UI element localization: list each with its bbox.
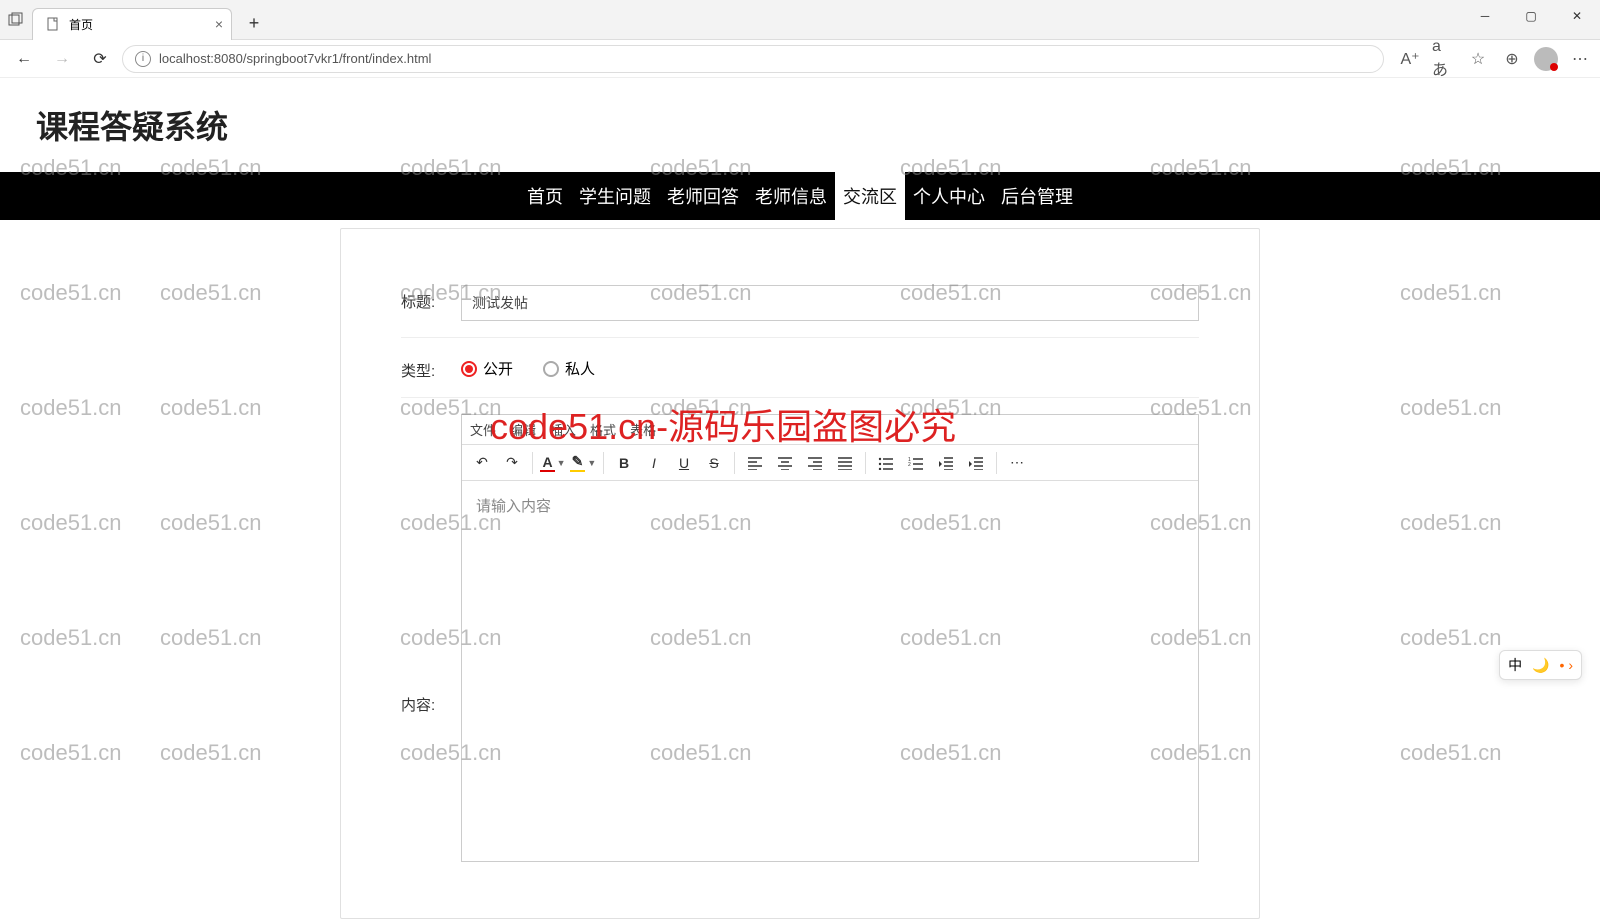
url-text: localhost:8080/springboot7vkr1/front/ind… xyxy=(159,51,431,66)
minimize-button[interactable]: ─ xyxy=(1462,0,1508,32)
title-input[interactable] xyxy=(461,285,1199,321)
bold-button[interactable]: B xyxy=(610,449,638,477)
ime-toolbar[interactable]: 中 🌙 • › xyxy=(1499,650,1582,680)
editor-menu-0[interactable]: 文件 xyxy=(470,420,496,439)
url-input[interactable]: i localhost:8080/springboot7vkr1/front/i… xyxy=(122,45,1384,73)
translate-icon[interactable]: aあ xyxy=(1432,47,1456,71)
tab-close-icon[interactable]: × xyxy=(215,16,223,32)
editor-menu-1[interactable]: 编辑 xyxy=(510,420,536,439)
svg-text:2: 2 xyxy=(908,462,911,468)
radio-private[interactable]: 私人 xyxy=(543,358,595,379)
tab-title: 首页 xyxy=(69,16,93,33)
align-center-button[interactable] xyxy=(771,449,799,477)
radio-label: 私人 xyxy=(565,358,595,379)
window-tabs-icon[interactable] xyxy=(8,12,24,28)
ime-more[interactable]: • › xyxy=(1560,657,1573,673)
nav-item-6[interactable]: 后台管理 xyxy=(993,172,1081,220)
editor-menu-3[interactable]: 格式 xyxy=(590,420,616,439)
maximize-button[interactable]: ▢ xyxy=(1508,0,1554,32)
italic-button[interactable]: I xyxy=(640,449,668,477)
reader-icon[interactable]: A⁺ xyxy=(1398,47,1422,71)
strike-button[interactable]: S xyxy=(700,449,728,477)
browser-tab-bar: 首页 × + ─ ▢ ✕ xyxy=(0,0,1600,40)
radio-public[interactable]: 公开 xyxy=(461,358,513,379)
text-color-button[interactable]: A▼ xyxy=(539,449,567,477)
content-area: 标题: 类型: 公开 私人 内容: 文件编辑插入格式表格 ↶ ↷ A▼ ✎▼ B … xyxy=(0,220,1600,919)
forward-button: → xyxy=(46,43,78,75)
align-left-button[interactable] xyxy=(741,449,769,477)
back-button[interactable]: ← xyxy=(8,43,40,75)
rich-editor: 文件编辑插入格式表格 ↶ ↷ A▼ ✎▼ B I U S xyxy=(461,414,1199,862)
editor-toolbar: ↶ ↷ A▼ ✎▼ B I U S 12 xyxy=(462,445,1198,481)
title-label: 标题: xyxy=(401,285,461,312)
bg-color-button[interactable]: ✎▼ xyxy=(569,449,597,477)
indent-button[interactable] xyxy=(962,449,990,477)
nav-item-2[interactable]: 老师回答 xyxy=(659,172,747,220)
radio-circle-icon xyxy=(461,361,477,377)
nav-item-5[interactable]: 个人中心 xyxy=(905,172,993,220)
align-justify-button[interactable] xyxy=(831,449,859,477)
ime-moon-icon[interactable]: 🌙 xyxy=(1532,657,1549,674)
nav-item-1[interactable]: 学生问题 xyxy=(571,172,659,220)
new-tab-button[interactable]: + xyxy=(240,10,268,38)
type-label: 类型: xyxy=(401,354,461,381)
undo-button[interactable]: ↶ xyxy=(468,449,496,477)
collections-icon[interactable]: ⊕ xyxy=(1500,47,1524,71)
editor-menu-2[interactable]: 插入 xyxy=(550,420,576,439)
window-controls: ─ ▢ ✕ xyxy=(1462,0,1600,32)
profile-avatar[interactable] xyxy=(1534,47,1558,71)
redo-button[interactable]: ↷ xyxy=(498,449,526,477)
browser-tab[interactable]: 首页 × xyxy=(32,8,232,40)
site-title: 课程答疑系统 xyxy=(36,102,1564,148)
menu-icon[interactable]: ⋯ xyxy=(1568,47,1592,71)
radio-circle-icon xyxy=(543,361,559,377)
ime-lang[interactable]: 中 xyxy=(1508,655,1522,675)
refresh-button[interactable]: ⟳ xyxy=(84,43,116,75)
type-row: 类型: 公开 私人 xyxy=(401,338,1199,398)
site-header: 课程答疑系统 xyxy=(0,78,1600,172)
content-row: 内容: 文件编辑插入格式表格 ↶ ↷ A▼ ✎▼ B I U S xyxy=(401,398,1199,878)
title-row: 标题: xyxy=(401,269,1199,338)
outdent-button[interactable] xyxy=(932,449,960,477)
main-nav: 首页学生问题老师回答老师信息交流区个人中心后台管理 xyxy=(0,172,1600,220)
number-list-button[interactable]: 12 xyxy=(902,449,930,477)
page-icon xyxy=(45,16,61,32)
close-button[interactable]: ✕ xyxy=(1554,0,1600,32)
address-bar: ← → ⟳ i localhost:8080/springboot7vkr1/f… xyxy=(0,40,1600,78)
nav-item-3[interactable]: 老师信息 xyxy=(747,172,835,220)
nav-item-0[interactable]: 首页 xyxy=(519,172,571,220)
favorite-icon[interactable]: ☆ xyxy=(1466,47,1490,71)
editor-body[interactable]: 请输入内容 xyxy=(462,481,1198,861)
editor-menubar: 文件编辑插入格式表格 xyxy=(462,415,1198,445)
site-info-icon[interactable]: i xyxy=(135,51,151,67)
align-right-button[interactable] xyxy=(801,449,829,477)
content-label: 内容: xyxy=(401,414,461,715)
editor-menu-4[interactable]: 表格 xyxy=(630,420,656,439)
post-form-panel: 标题: 类型: 公开 私人 内容: 文件编辑插入格式表格 ↶ ↷ A▼ ✎▼ B … xyxy=(340,228,1260,919)
underline-button[interactable]: U xyxy=(670,449,698,477)
more-button[interactable]: ⋯ xyxy=(1003,449,1031,477)
bullet-list-button[interactable] xyxy=(872,449,900,477)
radio-label: 公开 xyxy=(483,358,513,379)
nav-item-4[interactable]: 交流区 xyxy=(835,172,905,220)
